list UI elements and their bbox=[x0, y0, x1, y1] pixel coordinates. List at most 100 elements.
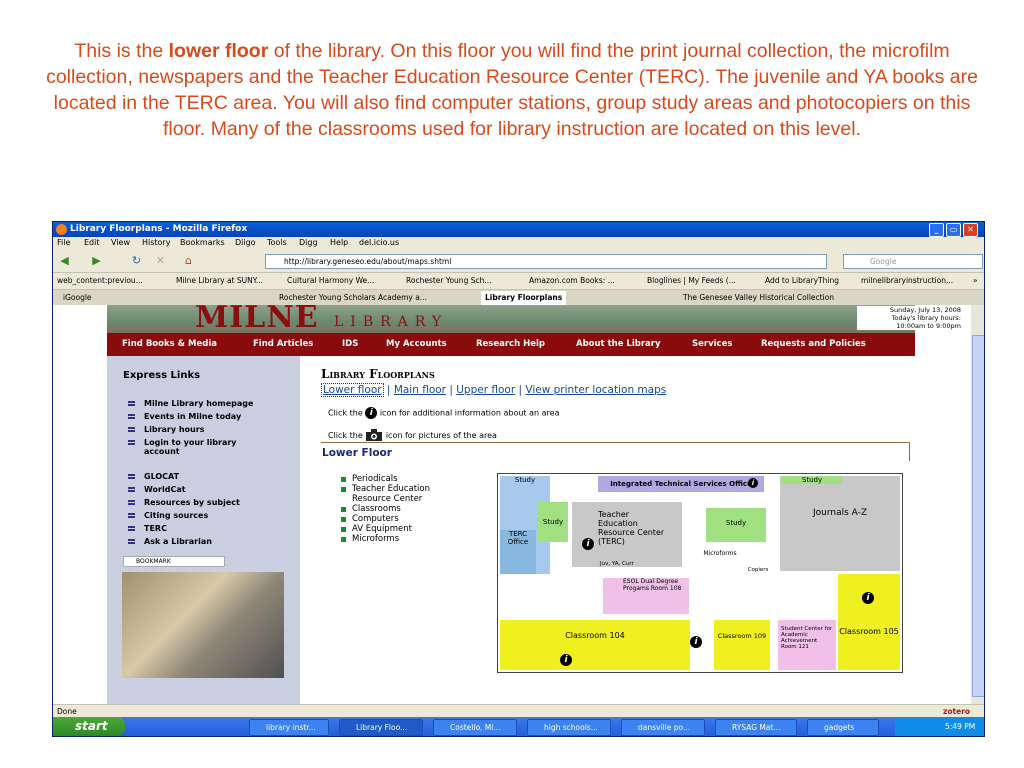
tab-rochester[interactable]: Rochester Young Scholars Academy a... bbox=[279, 291, 427, 305]
nav-my-accounts[interactable]: My Accounts bbox=[386, 339, 447, 349]
taskbar-item[interactable]: RYSAG Mat... bbox=[715, 719, 797, 736]
menu-help[interactable]: Help bbox=[330, 238, 348, 247]
back-icon[interactable]: ◀ bbox=[57, 253, 72, 268]
bookmark-share-button[interactable]: BOOKMARK bbox=[123, 556, 225, 567]
express-links-panel: Express Links Milne Library homepage Eve… bbox=[107, 356, 300, 704]
scroll-thumb[interactable] bbox=[972, 335, 984, 697]
taskbar-item[interactable]: high schools... bbox=[527, 719, 611, 736]
taskbar-item[interactable]: dansville po... bbox=[621, 719, 705, 736]
express-link[interactable]: Milne Library homepage bbox=[144, 399, 253, 408]
microforms-area[interactable]: Microforms bbox=[690, 550, 750, 560]
bookmark-item[interactable]: Milne Library at SUNY... bbox=[176, 276, 263, 285]
menu-diigo[interactable]: Diigo bbox=[235, 238, 256, 247]
nav-services[interactable]: Services bbox=[692, 339, 732, 349]
express-link[interactable]: Login to your library account bbox=[144, 438, 264, 456]
floor-plan-map[interactable]: Study Integrated Technical Services Offi… bbox=[497, 473, 903, 673]
menu-edit[interactable]: Edit bbox=[84, 238, 100, 247]
forward-icon[interactable]: ▶ bbox=[89, 253, 104, 268]
site-banner: MILNE LIBRARY Sunday, July 13, 2008 Toda… bbox=[107, 305, 965, 335]
floor-contents-list: Periodicals Teacher Education Resource C… bbox=[341, 474, 462, 544]
taskbar-item[interactable]: Costello, Mi... bbox=[433, 719, 517, 736]
bullet-icon bbox=[128, 500, 135, 505]
study-area-4[interactable]: Study bbox=[706, 508, 766, 542]
nav-research-help[interactable]: Research Help bbox=[476, 339, 545, 349]
terc-area[interactable]: Teacher Education Resource Center (TERC)… bbox=[572, 502, 682, 567]
express-link[interactable]: TERC bbox=[144, 524, 167, 533]
tab-bar: iGoogle Rochester Young Scholars Academy… bbox=[53, 289, 984, 306]
link-printer-maps[interactable]: View printer location maps bbox=[525, 384, 666, 396]
zotero-label[interactable]: zotero bbox=[943, 707, 970, 716]
classroom-104[interactable]: Classroom 104 bbox=[500, 620, 690, 670]
bookmark-item[interactable]: milnelibraryinstruction... bbox=[861, 276, 953, 285]
close-button[interactable]: ✕ bbox=[963, 223, 978, 237]
navigation-toolbar: ◀ ▶ ↻ ✕ ⌂ http://library.geneseo.edu/abo… bbox=[53, 250, 984, 272]
site-logo[interactable]: MILNE bbox=[195, 305, 319, 335]
express-link[interactable]: Library hours bbox=[144, 425, 204, 434]
menu-tools[interactable]: Tools bbox=[267, 238, 287, 247]
express-link[interactable]: Events in Milne today bbox=[144, 412, 241, 421]
esol-room[interactable]: ESOL Dual Degree Progams Room 108 bbox=[603, 578, 689, 614]
url-input[interactable]: http://library.geneseo.edu/about/maps.sh… bbox=[265, 254, 827, 269]
express-link[interactable]: Resources by subject bbox=[144, 498, 240, 507]
express-links-title: Express Links bbox=[123, 370, 201, 381]
bookmarks-overflow[interactable]: » bbox=[973, 276, 978, 285]
classroom-105[interactable]: Classroom 105 bbox=[838, 574, 900, 670]
home-icon[interactable]: ⌂ bbox=[181, 253, 196, 268]
menu-digg[interactable]: Digg bbox=[299, 238, 318, 247]
page-viewport: MILNE LIBRARY Sunday, July 13, 2008 Toda… bbox=[53, 305, 971, 704]
express-link[interactable]: WorldCat bbox=[144, 485, 186, 494]
search-input[interactable]: Google bbox=[843, 254, 983, 269]
bookmark-item[interactable]: web_content:previou... bbox=[57, 276, 143, 285]
taskbar-item[interactable]: gadgets bbox=[807, 719, 879, 736]
menu-bookmarks[interactable]: Bookmarks bbox=[180, 238, 225, 247]
taskbar-item[interactable]: library instr... bbox=[249, 719, 329, 736]
its-office[interactable]: Integrated Technical Services Office bbox=[598, 476, 764, 492]
journals-area[interactable]: Study Journals A-Z bbox=[780, 476, 900, 571]
nav-about[interactable]: About the Library bbox=[576, 339, 661, 349]
copiers-area[interactable]: Copiers bbox=[738, 566, 778, 574]
reload-icon[interactable]: ↻ bbox=[129, 253, 144, 268]
tab-igoogle[interactable]: iGoogle bbox=[63, 291, 92, 305]
minimize-button[interactable]: _ bbox=[929, 223, 944, 237]
express-link[interactable]: Citing sources bbox=[144, 511, 208, 520]
menu-history[interactable]: History bbox=[142, 238, 170, 247]
bookmark-item[interactable]: Cultural Harmony We... bbox=[287, 276, 374, 285]
bookmark-item[interactable]: Add to LibraryThing bbox=[765, 276, 839, 285]
menu-delicious[interactable]: del.icio.us bbox=[359, 238, 399, 247]
list-item: Microforms bbox=[341, 534, 462, 544]
tab-library-floorplans[interactable]: Library Floorplans bbox=[481, 291, 567, 305]
tab-genesee[interactable]: The Genesee Valley Historical Collection bbox=[683, 291, 834, 305]
stop-icon[interactable]: ✕ bbox=[153, 253, 168, 268]
system-tray: 5:49 PM bbox=[895, 717, 984, 736]
vertical-scrollbar[interactable] bbox=[971, 305, 984, 704]
maximize-button[interactable]: ▭ bbox=[946, 223, 961, 237]
info-icon[interactable]: i bbox=[582, 538, 594, 550]
info-icon[interactable]: i bbox=[560, 654, 572, 666]
info-icon[interactable]: i bbox=[690, 636, 702, 648]
link-upper-floor[interactable]: Upper floor bbox=[456, 384, 515, 396]
nav-find-articles[interactable]: Find Articles bbox=[253, 339, 313, 349]
link-lower-floor[interactable]: Lower floor bbox=[321, 383, 384, 397]
taskbar-item[interactable]: Library Floo... bbox=[339, 719, 423, 736]
nav-requests[interactable]: Requests and Policies bbox=[761, 339, 866, 349]
info-icon[interactable]: i bbox=[748, 478, 758, 488]
browser-screenshot: Library Floorplans - Mozilla Firefox _ ▭… bbox=[52, 221, 985, 737]
menu-view[interactable]: View bbox=[111, 238, 130, 247]
express-link[interactable]: GLOCAT bbox=[144, 472, 179, 481]
bookmark-item[interactable]: Bloglines | My Feeds (... bbox=[647, 276, 736, 285]
nav-find-books[interactable]: Find Books & Media bbox=[122, 339, 217, 349]
bookmark-item[interactable]: Rochester Young Sch... bbox=[406, 276, 492, 285]
bookmark-item[interactable]: Amazon.com Books: ... bbox=[529, 276, 615, 285]
nav-ids[interactable]: IDS bbox=[342, 339, 358, 349]
express-link[interactable]: Ask a Librarian bbox=[144, 537, 212, 546]
classroom-109[interactable]: Classroom 109 bbox=[714, 620, 770, 670]
student-center[interactable]: Student Center for Academic Achievement … bbox=[778, 620, 836, 670]
study-area-3[interactable]: Study bbox=[538, 502, 568, 542]
link-main-floor[interactable]: Main floor bbox=[394, 384, 446, 396]
start-button[interactable]: start bbox=[53, 717, 125, 736]
list-item: Periodicals bbox=[341, 474, 462, 484]
menu-file[interactable]: File bbox=[57, 238, 70, 247]
bullet-icon bbox=[128, 414, 135, 419]
info-icon[interactable]: i bbox=[862, 592, 874, 604]
terc-office[interactable]: TERC Office bbox=[500, 530, 536, 574]
